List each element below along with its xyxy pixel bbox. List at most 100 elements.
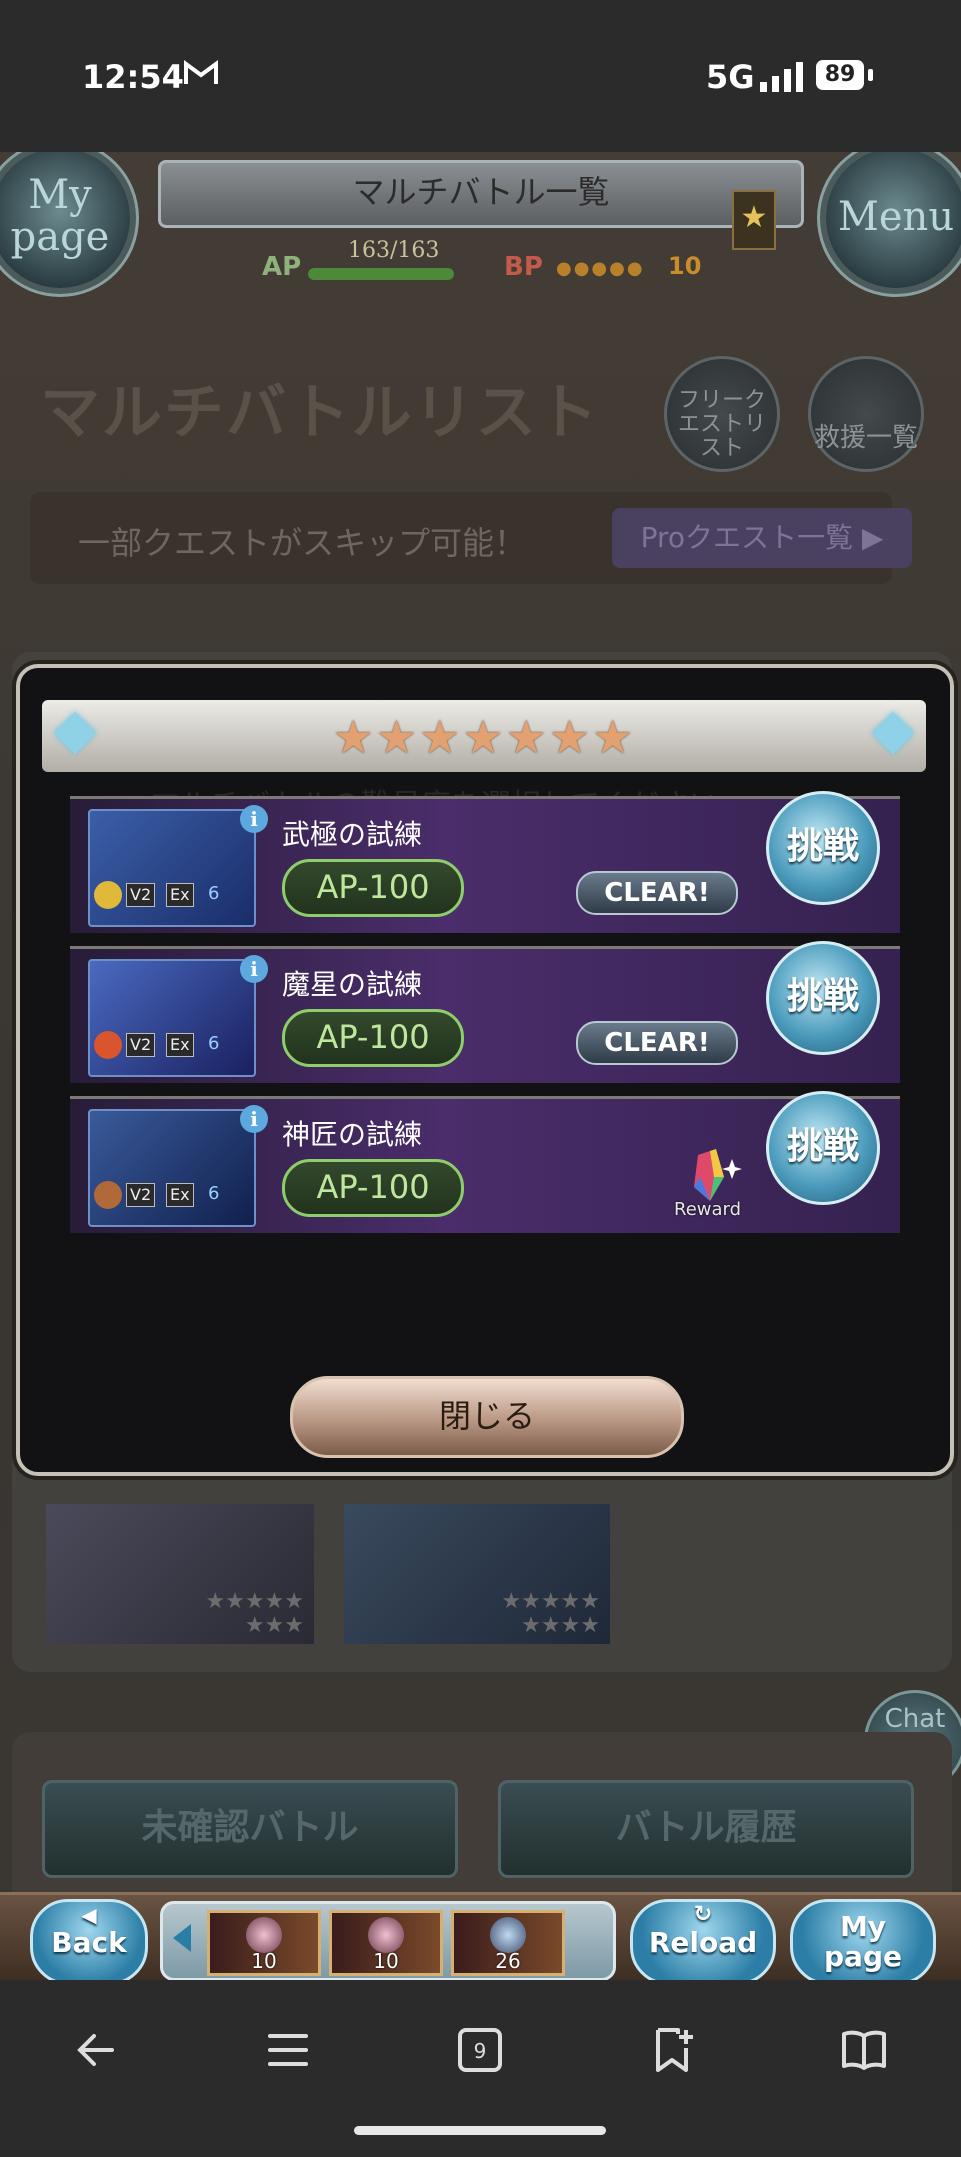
info-icon[interactable]: i	[240, 1105, 268, 1133]
quest-name: 神匠の試練	[282, 1118, 423, 1151]
player-count: 6	[208, 1183, 220, 1204]
mypage-label: My page	[10, 172, 110, 260]
chat-label: Chat	[884, 1704, 946, 1734]
v2-tag: V2	[126, 1033, 156, 1057]
ex-tag: Ex	[166, 1183, 194, 1207]
battle-tile[interactable]: ★★★★★ ★★★	[46, 1504, 314, 1644]
tile-stars-line: ★★★★	[521, 1613, 600, 1638]
bp-label: BP	[504, 252, 543, 282]
slot-count: 26	[495, 1949, 521, 1973]
battle-history-label: バトル履歴	[615, 1807, 797, 1848]
quest-row: i V2 Ex 6 武極の試練 AP-100 CLEAR! 挑戦	[70, 791, 900, 933]
player-count: 6	[208, 1033, 220, 1054]
slot-icon	[490, 1917, 526, 1953]
skip-notice: 一部クエストがスキップ可能！ Proクエスト一覧 ▶	[30, 492, 912, 584]
battle-tile[interactable]: ★★★★★ ★★★★	[344, 1504, 610, 1644]
reload-icon: ↻	[693, 1902, 713, 1927]
tile-stars-line: ★★★★★	[501, 1589, 600, 1614]
svg-text:9: 9	[474, 2039, 487, 2063]
bookmark-add-icon[interactable]	[648, 2026, 696, 2074]
free-quest-button[interactable]: フリークエストリスト	[664, 356, 780, 472]
battle-slot[interactable]: 10	[207, 1910, 321, 1976]
ap-bar-fill	[308, 268, 454, 280]
v2-tag: V2	[126, 883, 156, 907]
reload-label: Reload	[648, 1926, 758, 1959]
v2-tag: V2	[126, 1183, 156, 1207]
battle-slot[interactable]: 26	[451, 1910, 565, 1976]
quest-name: 魔星の試練	[282, 968, 423, 1001]
game-view: My page マルチバトル一覧 ★ Menu AP 163/163 BP ●●…	[0, 152, 961, 1980]
info-icon[interactable]: i	[240, 805, 268, 833]
challenge-button[interactable]: 挑戦	[766, 791, 880, 905]
gmail-icon	[184, 60, 218, 84]
ap-value: 163/163	[348, 238, 440, 263]
ap-label: AP	[262, 252, 302, 282]
tile-stars: ★★★★★ ★★★★	[501, 1590, 600, 1638]
tile-stars-line: ★★★	[244, 1613, 304, 1638]
ap-bar	[308, 268, 454, 280]
nav-mypage-button[interactable]: My page	[790, 1899, 936, 1980]
mypage-button[interactable]: My page	[0, 152, 130, 288]
home-indicator[interactable]	[354, 2126, 606, 2135]
quest-name: 武極の試練	[282, 818, 423, 851]
battle-slot[interactable]: 10	[329, 1910, 443, 1976]
menu-label: Menu	[837, 194, 955, 240]
back-button[interactable]: ◀ Back	[30, 1899, 148, 1980]
rescue-label: 救援一覧	[813, 423, 918, 453]
star-icon: ★	[732, 190, 776, 250]
reload-button[interactable]: ↻ Reload	[630, 1899, 776, 1980]
slot-count: 10	[251, 1949, 277, 1973]
free-quest-label: フリークエストリスト	[677, 388, 766, 461]
element-icon	[94, 1031, 122, 1059]
ex-tag: Ex	[166, 883, 194, 907]
ap-cost: AP-100	[282, 1159, 464, 1217]
challenge-button[interactable]: 挑戦	[766, 1091, 880, 1205]
back-icon[interactable]	[72, 2026, 120, 2074]
quest-row: i V2 Ex 6 神匠の試練 AP-100 Reward 挑戦	[70, 1091, 900, 1233]
menu-button[interactable]: Menu	[826, 152, 961, 288]
tabs-icon[interactable]: 9	[456, 2026, 504, 2074]
unconfirmed-battles-label: 未確認バトル	[141, 1807, 359, 1848]
battery-icon	[868, 69, 873, 81]
rescue-list-button[interactable]: 救援一覧	[808, 356, 924, 472]
clear-badge: CLEAR!	[576, 1021, 738, 1065]
dialog-banner: ★★★★★★★	[42, 700, 926, 772]
close-button[interactable]: 閉じる	[290, 1376, 684, 1458]
back-label: Back	[51, 1926, 127, 1959]
difficulty-dialog: ★★★★★★★ マルチバトルの難易度を選択してください i V2 Ex 6 武極…	[16, 664, 954, 1476]
info-icon[interactable]: i	[240, 955, 268, 983]
clear-badge: CLEAR!	[576, 871, 738, 915]
network-type: 5G	[706, 58, 755, 96]
element-icon	[94, 881, 122, 909]
difficulty-stars: ★★★★★★★	[332, 710, 636, 764]
page-title: マルチバトル一覧	[158, 160, 804, 228]
reward-label: Reward	[674, 1199, 742, 1220]
bottom-nav: ◀ Back 10 10 26 ↻ Reload My page	[0, 1892, 961, 1980]
status-bar: 12:54 5G 89	[0, 0, 961, 152]
battery-level: 89	[816, 60, 864, 90]
quest-thumbnail[interactable]	[88, 1109, 256, 1227]
quest-row: i V2 Ex 6 魔星の試練 AP-100 CLEAR! 挑戦	[70, 941, 900, 1083]
tray-left-arrow[interactable]	[173, 1924, 191, 1952]
nav-mypage-label: My page	[824, 1910, 902, 1973]
challenge-button[interactable]: 挑戦	[766, 941, 880, 1055]
unconfirmed-battles-button[interactable]: 未確認バトル	[42, 1780, 458, 1878]
slot-icon	[246, 1917, 282, 1953]
player-count: 6	[208, 883, 220, 904]
menu-icon[interactable]	[264, 2026, 312, 2074]
ap-cost: AP-100	[282, 859, 464, 917]
slot-count: 10	[373, 1949, 399, 1973]
battle-history-button[interactable]: バトル履歴	[498, 1780, 914, 1878]
tile-stars-line: ★★★★★	[205, 1589, 304, 1614]
pro-quest-button[interactable]: Proクエスト一覧 ▶	[612, 508, 912, 568]
status-time: 12:54	[82, 58, 184, 96]
list-title: マルチバトルリスト	[40, 378, 600, 448]
skip-notice-text: 一部クエストがスキップ可能！	[78, 524, 527, 562]
system-nav: 9	[0, 1980, 961, 2157]
ex-tag: Ex	[166, 1033, 194, 1057]
quest-thumbnail[interactable]	[88, 959, 256, 1077]
book-icon[interactable]	[840, 2026, 888, 2074]
back-arrow-icon: ◀	[81, 1903, 97, 1927]
quest-thumbnail[interactable]	[88, 809, 256, 927]
signal-icon	[760, 62, 803, 92]
